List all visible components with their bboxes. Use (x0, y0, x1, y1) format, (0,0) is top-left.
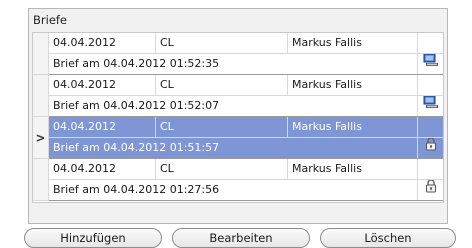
panel-title: Briefe (33, 13, 68, 27)
user-cell[interactable]: CL (156, 33, 288, 53)
lock-icon (424, 138, 438, 158)
description-cell[interactable]: Brief am 04.04.2012 01:52:35 (49, 54, 418, 74)
name-cell[interactable]: Markus Fallis (288, 159, 418, 179)
description-cell[interactable]: Brief am 04.04.2012 01:27:56 (49, 180, 418, 200)
delete-button[interactable]: Löschen (320, 228, 456, 248)
row-indicator[interactable] (33, 33, 49, 75)
add-button[interactable]: Hinzufügen (24, 228, 162, 248)
user-cell[interactable]: CL (156, 159, 288, 179)
computer-icon (423, 96, 439, 116)
date-cell[interactable]: 04.04.2012 (49, 75, 156, 95)
table-row[interactable]: >04.04.2012 CL Markus Fallis Brief am 04.04… (33, 117, 443, 159)
user-cell[interactable]: CL (156, 117, 288, 137)
name-cell[interactable]: Markus Fallis (288, 75, 418, 95)
name-cell[interactable]: Markus Fallis (288, 117, 418, 137)
letters-grid: 04.04.2012 CL Markus Fallis Brief am 04.04.… (32, 32, 444, 203)
user-cell[interactable]: CL (156, 75, 288, 95)
button-bar: Hinzufügen Bearbeiten Löschen (0, 228, 472, 248)
computer-icon (423, 54, 439, 74)
name-cell[interactable]: Markus Fallis (288, 33, 418, 53)
date-cell[interactable]: 04.04.2012 (49, 33, 156, 53)
description-cell[interactable]: Brief am 04.04.2012 01:51:57 (49, 138, 418, 158)
table-row[interactable]: 04.04.2012 CL Markus Fallis Brief am 04.04.… (33, 159, 443, 201)
row-indicator[interactable]: > (33, 117, 49, 159)
table-row[interactable]: 04.04.2012 CL Markus Fallis Brief am 04.04.… (33, 75, 443, 117)
edit-button[interactable]: Bearbeiten (172, 228, 310, 248)
description-cell[interactable]: Brief am 04.04.2012 01:52:07 (49, 96, 418, 116)
row-indicator[interactable] (33, 75, 49, 117)
current-row-arrow-icon: > (35, 131, 46, 145)
date-cell[interactable]: 04.04.2012 (49, 117, 156, 137)
row-indicator[interactable] (33, 159, 49, 201)
date-cell[interactable]: 04.04.2012 (49, 159, 156, 179)
lock-icon (424, 180, 438, 200)
table-row[interactable]: 04.04.2012 CL Markus Fallis Brief am 04.04.… (33, 33, 443, 75)
letters-panel: Briefe 04.04.2012 CL Markus Fallis Brief am… (28, 8, 448, 224)
